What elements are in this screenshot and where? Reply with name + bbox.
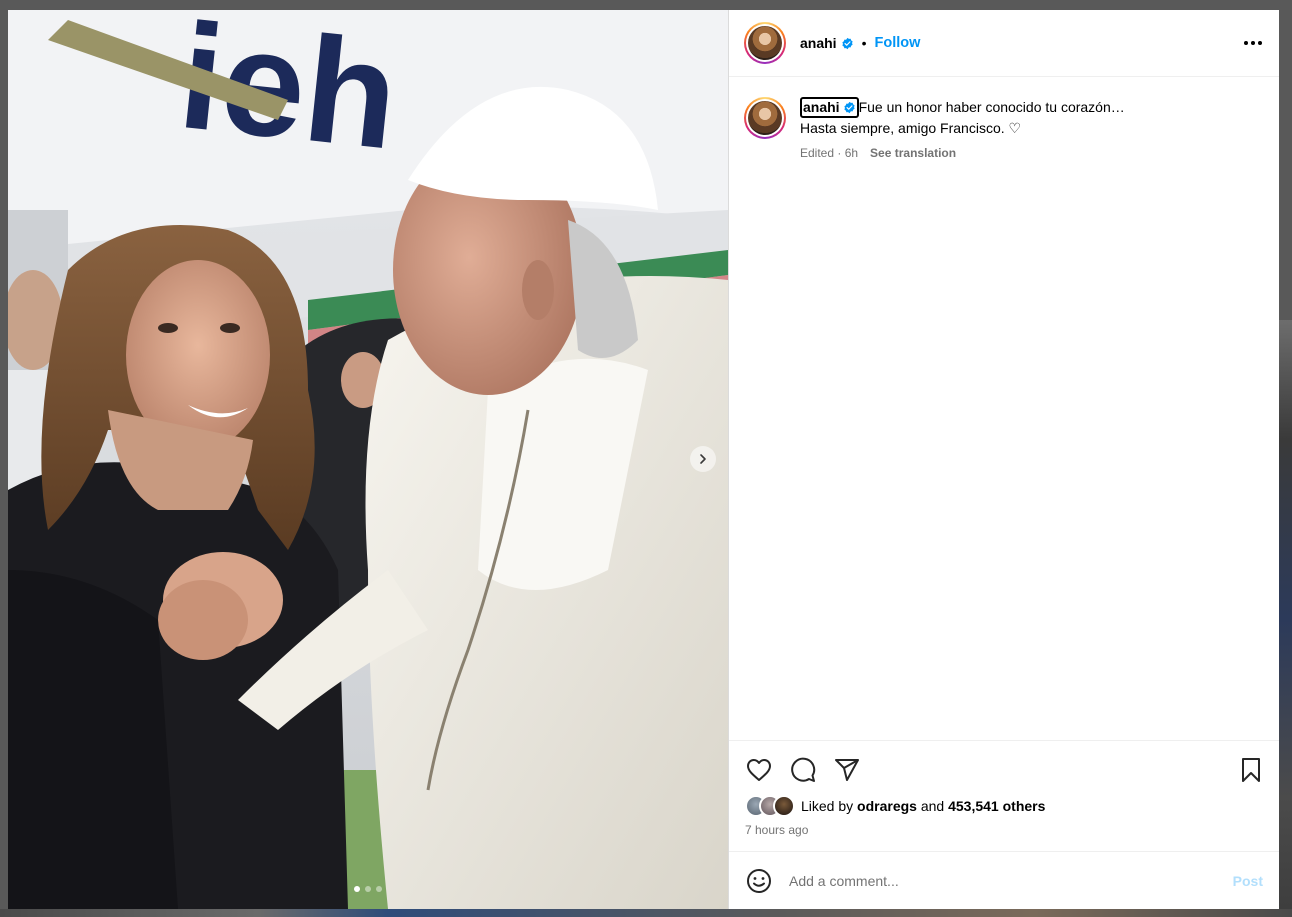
liked-by-prefix: Liked by bbox=[801, 798, 854, 814]
liker-avatar[interactable] bbox=[773, 795, 795, 817]
liker-avatars bbox=[745, 795, 795, 817]
carousel-dot-1 bbox=[354, 886, 360, 892]
verified-badge-icon bbox=[841, 37, 853, 49]
emoji-smile-icon bbox=[747, 868, 771, 893]
bookmark-icon bbox=[1242, 758, 1260, 782]
post-time[interactable]: 7 hours ago bbox=[745, 823, 1265, 851]
save-button[interactable] bbox=[1237, 756, 1265, 784]
caption-line-2: Hasta siempre, amigo Francisco. ♡ bbox=[800, 120, 1022, 136]
post-media[interactable]: ieh bbox=[8, 10, 728, 909]
see-translation-link[interactable]: See translation bbox=[870, 143, 956, 164]
share-button[interactable] bbox=[833, 756, 861, 784]
comment-input[interactable] bbox=[789, 872, 1233, 889]
action-bar bbox=[745, 741, 1265, 799]
emoji-button[interactable] bbox=[745, 867, 773, 895]
liked-by-user[interactable]: odraregs bbox=[857, 798, 917, 814]
post-comment-button[interactable]: Post bbox=[1233, 873, 1263, 889]
follow-button[interactable]: Follow bbox=[874, 35, 920, 51]
verified-badge-icon bbox=[843, 101, 855, 114]
more-options-button[interactable] bbox=[1241, 31, 1265, 55]
carousel-dot-3 bbox=[376, 886, 382, 892]
caption-username-link[interactable]: anahi bbox=[800, 97, 859, 118]
author-avatar-image bbox=[748, 26, 782, 60]
caption: anahi Fue un honor haber conocido tu cora… bbox=[744, 97, 1265, 164]
liked-by-and: and bbox=[920, 798, 945, 814]
chevron-right-icon bbox=[700, 454, 706, 464]
caption-avatar-image bbox=[748, 101, 782, 135]
background-feed-bottom bbox=[0, 909, 1292, 917]
comment-bubble-icon bbox=[791, 757, 816, 782]
caption-username: anahi bbox=[803, 99, 840, 115]
author-info: anahi • Follow bbox=[800, 35, 920, 51]
next-slide-button[interactable] bbox=[690, 446, 716, 472]
author-avatar[interactable] bbox=[744, 22, 786, 64]
post-side-panel: anahi • Follow anahi Fue un honor haber … bbox=[728, 10, 1279, 909]
caption-body: anahi Fue un honor haber conocido tu cora… bbox=[800, 97, 1125, 164]
caption-avatar[interactable] bbox=[744, 97, 786, 139]
more-horizontal-icon bbox=[1244, 41, 1262, 45]
carousel-indicator bbox=[354, 886, 382, 892]
heart-icon bbox=[747, 759, 771, 781]
post-header: anahi • Follow bbox=[729, 10, 1279, 77]
edited-timestamp: Edited · 6h bbox=[800, 146, 859, 160]
post-actions-section: Liked by odraregs and 453,541 others 7 h… bbox=[729, 740, 1279, 851]
comment-button[interactable] bbox=[789, 756, 817, 784]
caption-line-1: Fue un honor haber conocido tu corazón… bbox=[858, 99, 1125, 115]
caption-meta: Edited · 6h See translation bbox=[800, 143, 1125, 164]
paper-plane-icon bbox=[835, 759, 859, 781]
author-username[interactable]: anahi bbox=[800, 35, 837, 51]
liked-by-others[interactable]: 453,541 others bbox=[948, 798, 1045, 814]
post-photo: ieh bbox=[8, 10, 728, 909]
header-separator: • bbox=[861, 35, 867, 51]
background-feed-edge bbox=[1279, 320, 1292, 917]
carousel-dot-2 bbox=[365, 886, 371, 892]
post-modal: ieh anahi • Follow anahi Fue un honor ha… bbox=[8, 10, 1279, 909]
likes-summary: Liked by odraregs and 453,541 others bbox=[745, 795, 1265, 817]
comment-composer: Post bbox=[729, 851, 1279, 909]
comments-area[interactable]: anahi Fue un honor haber conocido tu cora… bbox=[729, 77, 1279, 740]
like-button[interactable] bbox=[745, 756, 773, 784]
